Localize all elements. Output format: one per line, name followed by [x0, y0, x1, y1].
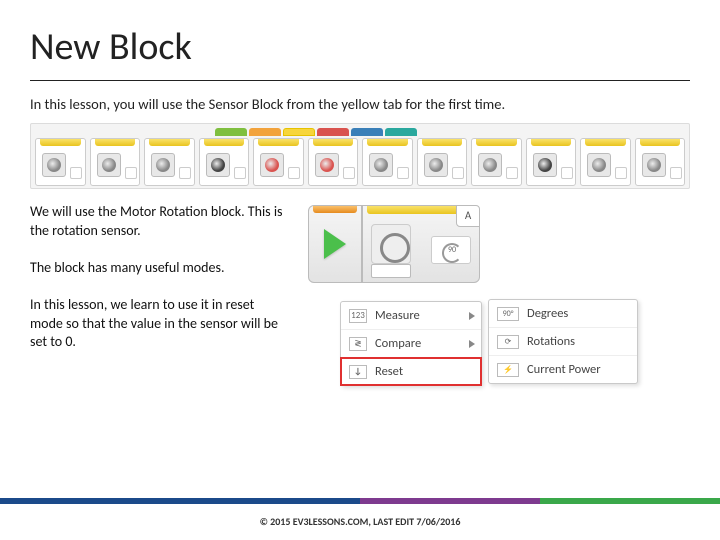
sensor-block-row — [35, 138, 685, 186]
tab-data[interactable] — [317, 128, 349, 136]
divider — [30, 80, 690, 81]
submenu-rotations[interactable]: ⟳ Rotations — [489, 328, 637, 356]
rotations-icon: ⟳ — [497, 335, 519, 349]
slide-title: New Block — [30, 24, 690, 70]
submenu-rotations-label: Rotations — [527, 334, 575, 349]
sensor-block-7[interactable] — [362, 138, 413, 186]
submenu-current-power[interactable]: ⚡ Current Power — [489, 356, 637, 383]
menu-measure-label: Measure — [375, 308, 420, 323]
menu-measure[interactable]: 123 Measure — [341, 302, 481, 330]
tab-myblocks[interactable] — [385, 128, 417, 136]
chevron-right-icon — [469, 340, 475, 348]
para-1: We will use the Motor Rotation block. Th… — [30, 203, 290, 241]
para-2: The block has many useful modes. — [30, 259, 290, 278]
port-selector[interactable]: A — [456, 205, 480, 227]
reset-icon: ↓ — [349, 365, 367, 379]
sensor-block-2[interactable] — [90, 138, 141, 186]
palette-category-tabs — [215, 128, 685, 136]
compare-icon: ≷ — [349, 337, 367, 351]
tab-flow[interactable] — [249, 128, 281, 136]
output-degrees[interactable]: 90 — [431, 236, 471, 264]
intro-text: In this lesson, you will use the Sensor … — [30, 95, 690, 113]
menu-reset[interactable]: ↓ Reset — [341, 358, 481, 385]
start-block[interactable] — [308, 205, 362, 283]
menu-compare-label: Compare — [375, 336, 421, 351]
sensor-block-3[interactable] — [144, 138, 195, 186]
sensor-block-11[interactable] — [580, 138, 631, 186]
tab-sensor[interactable] — [283, 128, 315, 136]
chevron-right-icon — [469, 312, 475, 320]
sensor-block-8[interactable] — [417, 138, 468, 186]
footer-copyright: © 2015 EV3LESSONS.COM, LAST EDIT 7/06/20… — [0, 515, 720, 528]
tab-advanced[interactable] — [351, 128, 383, 136]
motor-rotation-block[interactable]: A 90 — [362, 205, 480, 283]
submenu-degrees-label: Degrees — [527, 306, 568, 321]
mode-menu: 123 Measure ≷ Compare ↓ Reset — [340, 301, 482, 386]
submenu-power-label: Current Power — [527, 362, 601, 377]
degrees-icon: 90° — [497, 307, 519, 321]
mode-selector[interactable] — [371, 264, 411, 278]
sensor-block-6[interactable] — [308, 138, 359, 186]
rotation-icon — [371, 224, 411, 264]
para-3: In this lesson, we learn to use it in re… — [30, 296, 290, 353]
measure-icon: 123 — [349, 309, 367, 323]
sensor-block-10[interactable] — [526, 138, 577, 186]
tab-action[interactable] — [215, 128, 247, 136]
sensor-block-5[interactable] — [253, 138, 304, 186]
submenu-degrees[interactable]: 90° Degrees — [489, 300, 637, 328]
play-icon — [324, 229, 346, 259]
measure-submenu: 90° Degrees ⟳ Rotations ⚡ Current Power — [488, 299, 638, 384]
menu-compare[interactable]: ≷ Compare — [341, 330, 481, 358]
sensor-block-12[interactable] — [635, 138, 686, 186]
block-palette — [30, 123, 690, 189]
power-icon: ⚡ — [497, 363, 519, 377]
program-snippet: A 90 — [308, 205, 480, 283]
sensor-block-9[interactable] — [471, 138, 522, 186]
sensor-block-4[interactable] — [199, 138, 250, 186]
footer-stripe — [0, 498, 720, 504]
lesson-text: We will use the Motor Rotation block. Th… — [30, 203, 290, 433]
sensor-block-1[interactable] — [35, 138, 86, 186]
menu-reset-label: Reset — [375, 364, 403, 379]
